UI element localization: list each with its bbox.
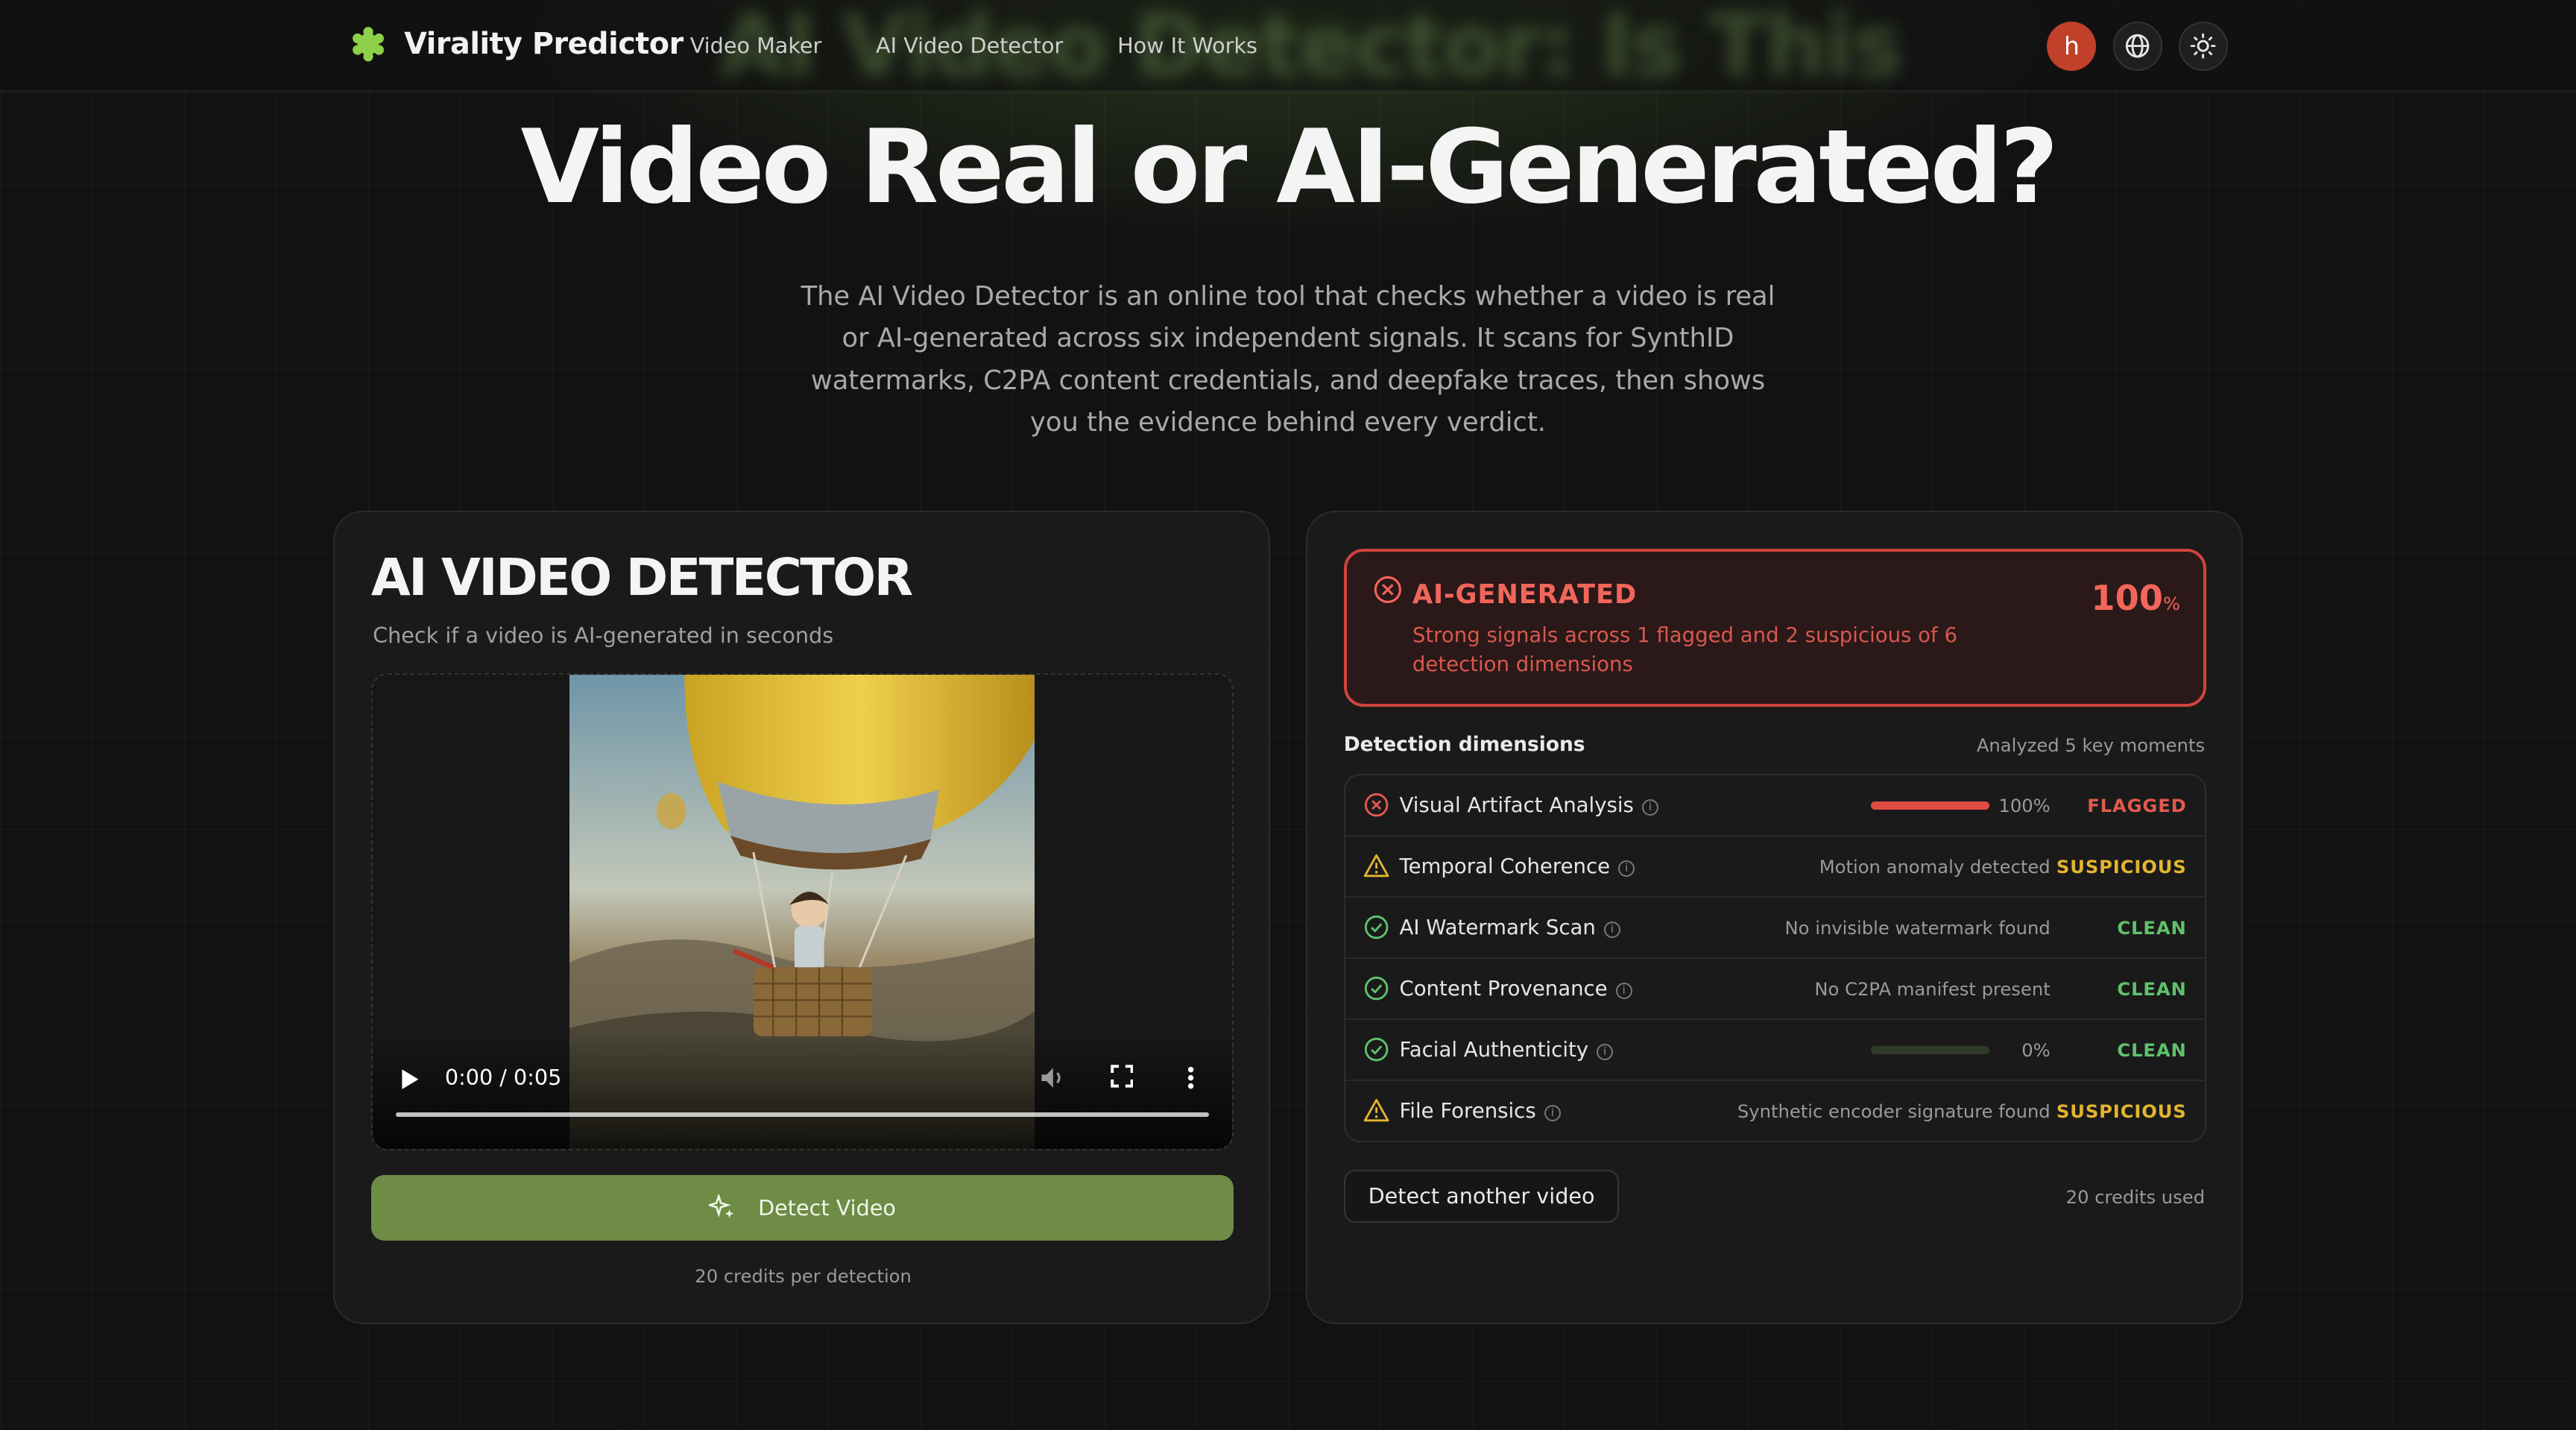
fullscreen-icon[interactable]	[1110, 1065, 1134, 1088]
dimension-row-visual-artifact: Visual Artifact Analysis i 100% FLAGGED	[1345, 775, 2205, 837]
check-circle-icon	[1364, 915, 1389, 939]
more-options-icon[interactable]	[1186, 1065, 1196, 1091]
dimension-name: AI Watermark Scan i	[1399, 916, 1620, 939]
dimension-detail: No C2PA manifest present	[1814, 978, 2051, 1001]
detect-another-button[interactable]: Detect another video	[1343, 1170, 1620, 1223]
verdict-score-unit: %	[2163, 593, 2181, 615]
dimension-row-file-forensics: File Forensics i Synthetic encoder signat…	[1345, 1081, 2205, 1141]
sun-icon	[2190, 33, 2216, 59]
brand[interactable]: Virality Predictor	[352, 26, 684, 62]
sparkle-icon	[709, 1194, 734, 1218]
dimension-name: Visual Artifact Analysis i	[1399, 793, 1658, 817]
dimension-detail: 0%	[2021, 1039, 2051, 1062]
detect-video-button[interactable]: Detect Video	[370, 1174, 1234, 1241]
dimension-name: Temporal Coherence i	[1399, 854, 1635, 878]
hero-title-line2: Video Real or AI-Generated?	[520, 108, 2059, 227]
detector-card: AI VIDEO DETECTOR Check if a video is AI…	[333, 511, 1270, 1325]
nav-link-ai-video-detector[interactable]: AI Video Detector	[876, 33, 1063, 58]
dimension-status: SUSPICIOUS	[2056, 856, 2187, 878]
warning-icon	[1363, 1098, 1389, 1122]
dimension-score-bar	[1871, 801, 1990, 810]
brand-name: Virality Predictor	[404, 27, 684, 62]
info-icon[interactable]: i	[1603, 921, 1620, 938]
info-icon[interactable]: i	[1615, 982, 1632, 999]
dimension-row-facial-authenticity: Facial Authenticity i 0% CLEAN	[1345, 1020, 2205, 1081]
nav-link-video-maker[interactable]: Video Maker	[690, 33, 822, 58]
credits-used: 20 credits used	[2065, 1186, 2206, 1209]
language-button[interactable]	[2112, 21, 2162, 71]
verdict-score: 100%	[2091, 578, 2180, 618]
avatar[interactable]: h	[2047, 21, 2097, 71]
error-circle-icon	[1374, 576, 1401, 603]
theme-toggle-button[interactable]	[2178, 21, 2228, 71]
video-progress-bar[interactable]	[395, 1112, 1209, 1118]
dimension-name: File Forensics i	[1399, 1099, 1561, 1123]
credits-per-detection: 20 credits per detection	[695, 1264, 912, 1287]
check-circle-icon	[1364, 976, 1389, 1001]
dimension-row-content-provenance: Content Provenance i No C2PA manifest pre…	[1345, 959, 2205, 1020]
dimension-row-ai-watermark: AI Watermark Scan i No invisible watermar…	[1345, 898, 2205, 959]
hero-description: The AI Video Detector is an online tool …	[801, 281, 1775, 438]
info-icon[interactable]: i	[1618, 860, 1635, 877]
verdict-summary: Strong signals across 1 flagged and 2 su…	[1412, 623, 1957, 677]
info-icon[interactable]: i	[1544, 1104, 1561, 1121]
dimensions-note: Analyzed 5 key moments	[1976, 734, 2206, 757]
dimension-name: Facial Authenticity i	[1399, 1038, 1614, 1062]
info-icon[interactable]: i	[1641, 799, 1658, 816]
verdict-label: AI-GENERATED	[1412, 579, 1638, 611]
dimension-status: SUSPICIOUS	[2056, 1100, 2187, 1123]
dimension-name: Content Provenance i	[1399, 977, 1632, 1001]
dimensions-list: Visual Artifact Analysis i 100% FLAGGED T…	[1343, 773, 2206, 1142]
brand-logo-icon	[352, 26, 385, 62]
dimension-score-bar-fill	[1871, 801, 1990, 810]
dimension-detail: 100%	[1998, 795, 2051, 817]
play-icon[interactable]	[399, 1066, 422, 1092]
dimension-detail: Synthetic encoder signature found	[1737, 1100, 2051, 1123]
globe-icon	[2125, 34, 2150, 58]
error-circle-icon	[1364, 793, 1389, 817]
check-circle-icon	[1364, 1037, 1389, 1062]
detector-title: AI VIDEO DETECTOR	[370, 548, 913, 608]
dimension-detail: No invisible watermark found	[1784, 917, 2051, 939]
warning-icon	[1363, 854, 1389, 878]
detector-subtitle: Check if a video is AI-generated in seco…	[373, 623, 834, 649]
video-player[interactable]: 0:00 / 0:05	[370, 673, 1234, 1150]
volume-icon[interactable]	[1038, 1065, 1068, 1091]
video-time: 0:00 / 0:05	[444, 1064, 562, 1090]
dimension-status: CLEAN	[2117, 1039, 2187, 1062]
dimension-detail: Motion anomaly detected	[1819, 856, 2051, 878]
dimension-score-bar	[1871, 1046, 1990, 1055]
dimensions-heading: Detection dimensions	[1343, 732, 1585, 756]
nav-actions: h	[2047, 21, 2228, 71]
nav-link-how-it-works[interactable]: How It Works	[1117, 33, 1257, 58]
verdict-score-value: 100	[2091, 578, 2163, 619]
dimension-row-temporal-coherence: Temporal Coherence i Motion anomaly detec…	[1345, 837, 2205, 898]
dimension-status: FLAGGED	[2087, 795, 2187, 817]
detect-video-label: Detect Video	[758, 1194, 896, 1220]
info-icon[interactable]: i	[1597, 1043, 1614, 1060]
dimension-status: CLEAN	[2117, 978, 2187, 1001]
dimension-status: CLEAN	[2117, 917, 2187, 939]
controls-overlay	[372, 1033, 1233, 1149]
result-card: AI-GENERATED Strong signals across 1 fla…	[1306, 511, 2243, 1325]
verdict-banner: AI-GENERATED Strong signals across 1 fla…	[1343, 548, 2206, 707]
top-nav: AI Video Detector: Is This Virality Pred…	[0, 0, 2576, 96]
nav-links: Video Maker AI Video Detector How It Wor…	[690, 33, 1257, 58]
page: AI Video Detector: Is This Virality Pred…	[0, 0, 2576, 1430]
